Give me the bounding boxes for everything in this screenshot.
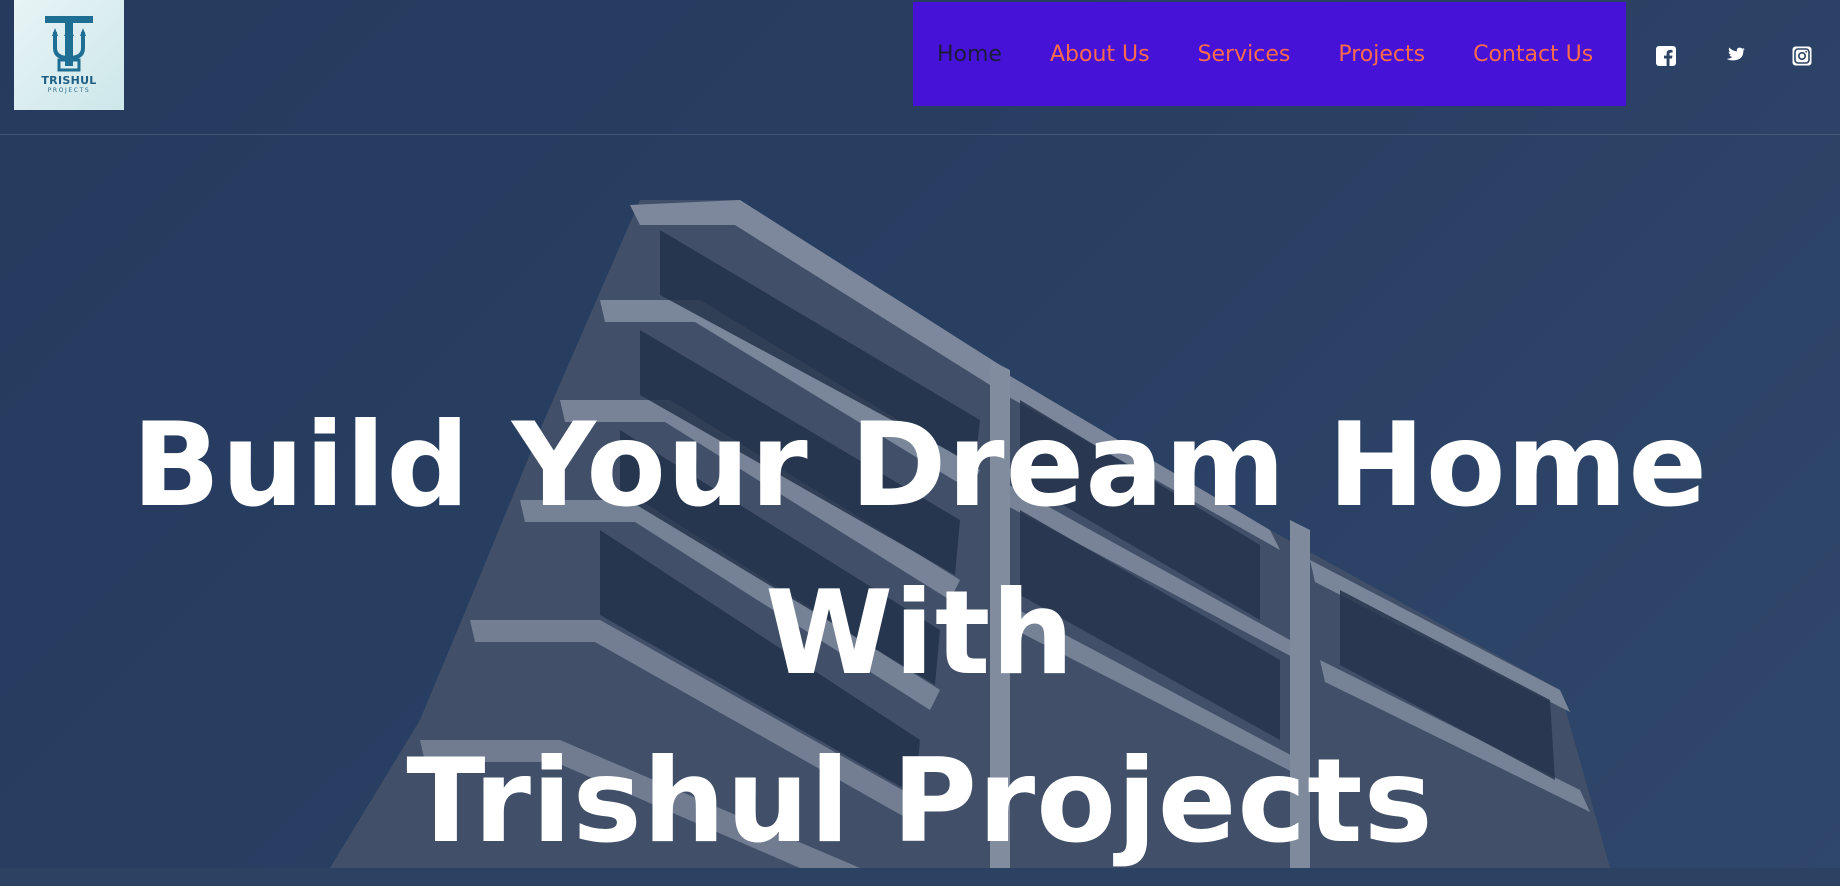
nav-link-projects[interactable]: Projects — [1338, 42, 1425, 67]
nav-link-about-us[interactable]: About Us — [1050, 42, 1150, 67]
main-navigation: Home About Us Services Projects Contact … — [913, 2, 1626, 106]
twitter-icon[interactable] — [1722, 44, 1746, 68]
site-header: TRISHUL PROJECTS Home About Us Services … — [0, 0, 1840, 135]
logo-name: TRISHUL — [41, 74, 97, 87]
hero-heading-line: Trishul Projects — [406, 734, 1434, 869]
facebook-icon[interactable] — [1654, 44, 1678, 68]
site-logo[interactable]: TRISHUL PROJECTS — [14, 0, 124, 110]
logo-tagline: PROJECTS — [47, 87, 91, 94]
nav-link-services[interactable]: Services — [1198, 42, 1291, 67]
nav-link-contact-us[interactable]: Contact Us — [1473, 42, 1593, 67]
hero-heading-line: With — [765, 566, 1075, 701]
hero-heading-line: Build Your Dream Home — [131, 398, 1709, 533]
hero-heading: Build Your Dream Home With Trishul Proje… — [0, 382, 1840, 886]
trident-icon — [45, 16, 93, 72]
nav-link-home[interactable]: Home — [937, 42, 1002, 67]
instagram-icon[interactable] — [1790, 44, 1814, 68]
